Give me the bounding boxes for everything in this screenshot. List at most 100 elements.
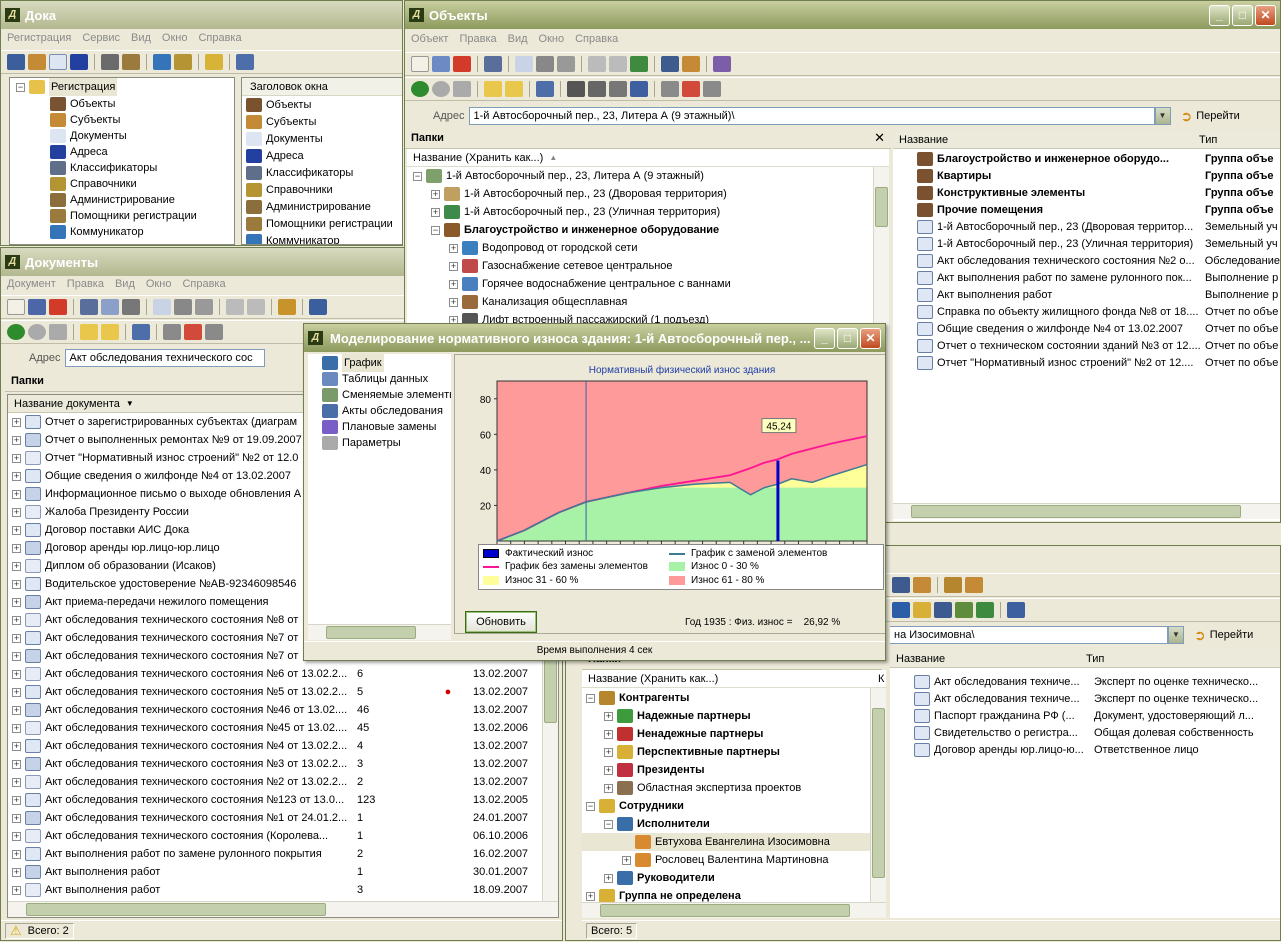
menu-item[interactable]: Вид <box>131 32 151 46</box>
column-name[interactable]: Название <box>890 653 1080 665</box>
list-item[interactable]: Свидетельство о регистра... Общая долевая… <box>890 724 1280 741</box>
table-icon[interactable] <box>567 81 585 97</box>
expand-icon[interactable]: + <box>12 435 21 445</box>
list-item[interactable]: Договор аренды юр.лицо-ю... Ответственное… <box>890 741 1280 758</box>
close-button[interactable]: ✕ <box>1255 5 1276 26</box>
documents-hscroll[interactable] <box>8 901 558 917</box>
forward-icon[interactable] <box>28 324 46 340</box>
redo-icon[interactable] <box>609 56 627 72</box>
table-row[interactable]: + Акт выполнения работ по замене рулонног… <box>8 845 542 863</box>
expand-icon[interactable]: + <box>431 189 440 199</box>
expand-icon[interactable]: + <box>12 615 21 625</box>
expand-icon[interactable]: + <box>12 597 21 607</box>
menu-item[interactable]: Регистрация <box>7 32 71 46</box>
open-icon[interactable] <box>28 299 46 315</box>
expand-icon[interactable]: + <box>12 453 21 463</box>
column-name[interactable]: Название <box>893 134 1193 146</box>
list-header[interactable]: Заголовок окна <box>242 78 402 96</box>
menu-item[interactable]: Справка <box>575 33 618 47</box>
copy-icon[interactable] <box>515 56 533 72</box>
window-list-item[interactable]: Адреса <box>242 147 402 164</box>
go-button[interactable]: ➲ Перейти <box>1181 108 1240 125</box>
print-icon[interactable] <box>122 299 140 315</box>
filter-icon[interactable] <box>163 324 181 340</box>
expand-icon[interactable]: + <box>604 729 613 739</box>
preview-icon[interactable] <box>101 299 119 315</box>
tree-node[interactable]: +1-й Автосборочный пер., 23 (Дворовая те… <box>407 185 873 203</box>
cut-icon[interactable] <box>174 299 192 315</box>
tree-node[interactable]: + Горячее водоснабжение центральное с ван… <box>407 275 873 293</box>
classifier-icon[interactable] <box>101 54 119 70</box>
delete-icon[interactable] <box>49 299 67 315</box>
expand-icon[interactable]: + <box>12 777 21 787</box>
modal-nav-item[interactable]: График <box>322 354 451 372</box>
up-icon[interactable] <box>49 324 67 340</box>
tree-item[interactable]: Коммуникатор <box>10 224 234 240</box>
window-list-item[interactable]: Объекты <box>242 96 402 113</box>
undo-icon[interactable] <box>588 56 606 72</box>
expand-icon[interactable]: + <box>604 747 613 757</box>
book-icon[interactable] <box>174 54 192 70</box>
objects-list-header[interactable]: Название Тип <box>893 131 1280 149</box>
expand-icon[interactable]: + <box>449 279 458 289</box>
menu-item[interactable]: Правка <box>67 278 104 292</box>
modal-nav-item[interactable]: Параметры <box>322 435 451 451</box>
folders-column[interactable]: Название (Хранить как...) <box>407 152 543 164</box>
collapse-icon[interactable]: − <box>586 693 595 703</box>
cut-icon[interactable] <box>536 56 554 72</box>
modal-nav-item[interactable]: Акты обследования <box>322 403 451 419</box>
filter-icon[interactable] <box>661 81 679 97</box>
column-type[interactable]: Тип <box>1193 134 1217 146</box>
archive-icon[interactable] <box>278 299 296 315</box>
collapse-icon[interactable]: − <box>431 225 440 235</box>
back-icon[interactable] <box>7 324 25 340</box>
back-icon[interactable] <box>411 81 429 97</box>
table-row[interactable]: + Акт обследования технического состояния… <box>8 773 542 791</box>
table-row[interactable]: + Акт обследования технического состояния… <box>8 809 542 827</box>
subjects-view-icon[interactable] <box>913 577 931 593</box>
expand-icon[interactable]: + <box>12 759 21 769</box>
expand-icon[interactable]: + <box>12 705 21 715</box>
forward-icon[interactable] <box>432 81 450 97</box>
users-icon[interactable] <box>965 577 983 593</box>
list-item[interactable]: Отчет "Нормативный износ строений" №2 от… <box>893 354 1280 371</box>
grid-icon[interactable] <box>609 81 627 97</box>
mail-icon[interactable] <box>934 602 952 618</box>
edit-icon[interactable] <box>630 81 648 97</box>
filter-clear-icon[interactable] <box>682 81 700 97</box>
diamond-icon[interactable] <box>892 602 910 618</box>
tree-node[interactable]: + Газоснабжение сетевое центральное <box>407 257 873 275</box>
list-icon[interactable] <box>955 602 973 618</box>
table-row[interactable]: + Акт обследования технического состояния… <box>8 665 542 683</box>
list-item[interactable]: Акт обследования техниче... Эксперт по оц… <box>890 673 1280 690</box>
list-item[interactable]: Акт выполнения работ по замене рулонного… <box>893 269 1280 286</box>
registration-icon[interactable] <box>309 299 327 315</box>
menu-item[interactable]: Сервис <box>82 32 120 46</box>
link-icon[interactable] <box>713 56 731 72</box>
table-row[interactable]: + Акт обследования технического состояния… <box>8 755 542 773</box>
list-item[interactable]: Справка по объекту жилищного фонда №8 от… <box>893 303 1280 320</box>
expand-icon[interactable]: + <box>622 855 631 865</box>
subjects-list-header[interactable]: Название Тип <box>890 650 1280 668</box>
folders-icon[interactable] <box>80 324 98 340</box>
scroll-thumb[interactable] <box>911 505 1241 518</box>
refresh-icon[interactable] <box>630 56 648 72</box>
expand-icon[interactable]: + <box>12 795 21 805</box>
tree-item[interactable]: Документы <box>10 128 234 144</box>
table-row[interactable]: + Акт выполнения работ 3 18.09.2007 <box>8 881 542 899</box>
menu-item[interactable]: Окно <box>146 278 172 292</box>
list-item[interactable]: Акт выполнения работ Выполнение р <box>893 286 1280 303</box>
subjects-view-icon[interactable] <box>682 56 700 72</box>
view-icon[interactable] <box>132 324 150 340</box>
scroll-thumb[interactable] <box>26 903 326 916</box>
list-item[interactable]: Паспорт гражданина РФ (... Документ, удос… <box>890 707 1280 724</box>
menu-item[interactable]: Окно <box>539 33 565 47</box>
address-dropdown-button[interactable]: ▼ <box>1154 107 1171 125</box>
list-item[interactable]: Отчет о техническом состоянии зданий №3 … <box>893 337 1280 354</box>
scroll-thumb[interactable] <box>600 904 850 917</box>
edit-icon[interactable] <box>1007 602 1025 618</box>
window-list-item[interactable]: Помощники регистрации <box>242 215 402 232</box>
list-item[interactable]: Общие сведения о жилфонде №4 от 13.02.20… <box>893 320 1280 337</box>
expand-icon[interactable]: + <box>12 723 21 733</box>
modal-nav-item[interactable]: Сменяемые элементы <box>322 387 451 403</box>
